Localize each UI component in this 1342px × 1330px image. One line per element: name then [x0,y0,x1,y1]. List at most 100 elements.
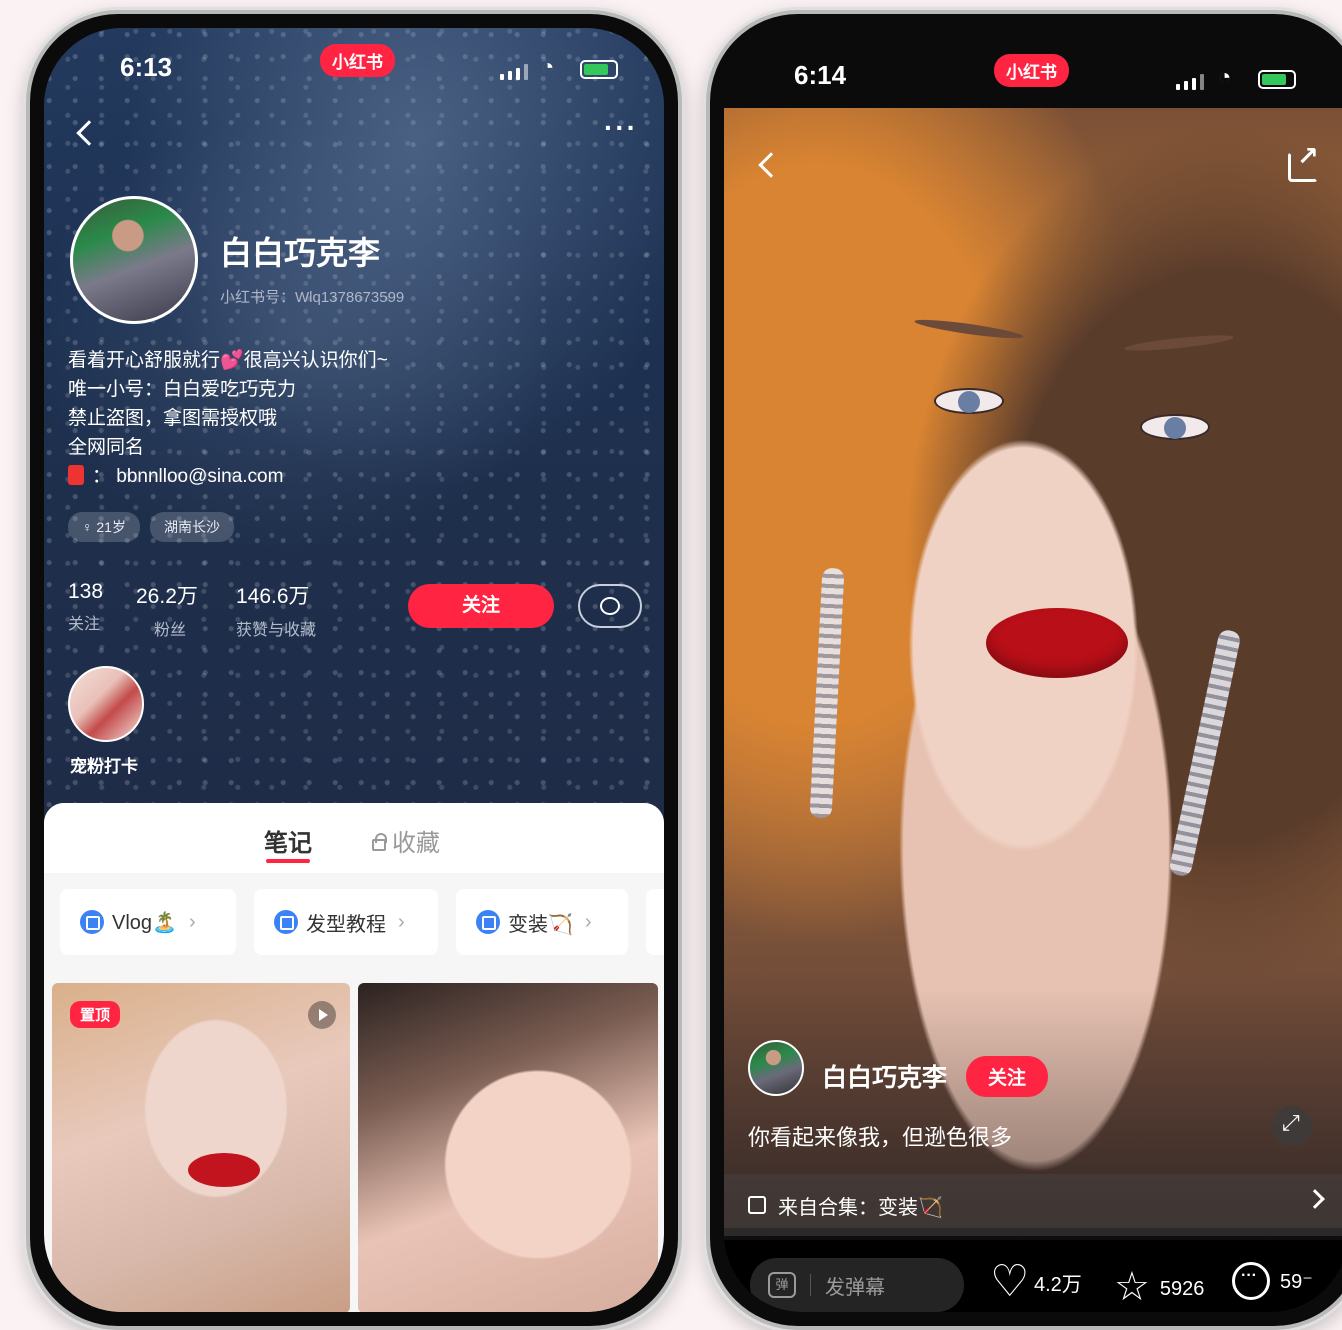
bio-line: 全网同名 [68,437,145,458]
danmu-separator [810,1274,811,1296]
more-options-icon[interactable]: ··· [604,112,638,144]
status-bar: 6:13 小红书 ◔ [44,44,664,86]
collection-label: 发型教程 [306,913,386,936]
brow [1123,332,1235,354]
fan-checkin-label: 宠粉打卡 [70,757,138,776]
status-time: 6:14 [794,60,847,90]
collection-icon [274,910,298,934]
collection-text: 来自合集：变装🏹 [778,1196,943,1219]
follow-button[interactable]: 关注 [408,584,554,628]
collect-button[interactable]: 5926 [1114,1266,1205,1312]
share-icon[interactable] [1288,141,1319,182]
expand-icon[interactable] [1272,1106,1312,1146]
wifi-icon: ◔ [1218,64,1232,89]
video-caption: 你看起来像我，但逊色很多 [748,1125,1013,1150]
red-id: 小红书号：Wlq1378673599 [220,289,405,306]
chevron-right-icon [1305,1189,1325,1209]
tab-active-indicator [266,859,310,863]
app-brand-pill: 小红书 [320,44,395,77]
danmu-input[interactable]: 弹 发弹幕 [750,1258,964,1312]
stat-number: 26.2万 [136,585,198,608]
collection-icon [748,1196,766,1214]
earring [809,567,845,819]
author-name[interactable]: 白白巧克李 [822,1058,947,1094]
profile-screen: 6:13 小红书 ◔ ··· 白白巧克李 小红书号：Wlq1378673599 … [44,28,664,1312]
collect-count: 5926 [1159,1277,1205,1300]
stat-number: 146.6万 [236,585,310,608]
star-icon [1114,1266,1150,1312]
tab-saved-label: 收藏 [392,830,440,857]
bio-line: 禁止盗图，拿图需授权哦 [68,408,278,429]
note-card-pinned[interactable]: 置顶 [52,983,350,1312]
collection-transformation[interactable]: 变装🏹 › [456,889,628,955]
status-time: 6:13 [120,52,173,82]
bio-email: ： bbnnlloo@sina.com [68,462,388,491]
right-phone-frame: 6:14 小红书 ◔ 白白巧克李 关注 你看起来像我，但逊色很多 来自 [706,10,1342,1330]
danmu-placeholder: 发弹幕 [825,1276,885,1299]
lips [986,608,1128,678]
tag-location: 湖南长沙 [149,512,234,542]
earring [1168,628,1242,878]
left-phone-frame: 6:13 小红书 ◔ ··· 白白巧克李 小红书号：Wlq1378673599 … [26,10,682,1330]
video-play-icon [308,1001,336,1029]
collection-icon [476,910,500,934]
stat-number: 138 [68,580,104,603]
signal-icon [500,64,528,80]
like-count: 4.2万 [1034,1273,1082,1296]
stat-followers[interactable]: 26.2万 粉丝 [136,580,198,640]
note-card[interactable] [358,983,658,1312]
chevron-right-icon: › [398,910,405,933]
bio-line: 看着开心舒服就行💕很高兴认识你们~ [68,350,388,371]
brow [913,316,1025,342]
profile-tags: ♀ 21岁 湖南长沙 [68,512,234,542]
like-button[interactable]: 4.2万 [990,1256,1082,1307]
lock-icon [372,833,387,851]
collection-vlog[interactable]: Vlog🏝️ › [60,889,236,955]
signal-icon [1176,74,1204,90]
fan-checkin-icon[interactable] [68,666,144,742]
eye [1140,414,1210,440]
collection-label: 变装🏹 [508,913,573,936]
avatar[interactable] [70,196,198,324]
heart-icon [990,1256,1029,1307]
collection-icon [80,910,104,934]
comment-icon [1232,1262,1270,1300]
bottom-action-bar: 弹 发弹幕 4.2万 5926 59⁻ [724,1240,1342,1312]
profile-name: 白白巧克李 [220,235,381,271]
content-sheet: 笔记 收藏 Vlog🏝️ › 发型教程 › 变装🏹 › 置顶 [44,803,664,1312]
chevron-right-icon: › [584,910,592,933]
wifi-icon: ◔ [541,54,555,79]
follow-button[interactable]: 关注 [966,1056,1049,1097]
tag-age: ♀ 21岁 [68,512,140,542]
stat-label: 获赞与收藏 [236,622,317,639]
note-thumbnail-lips [188,1153,260,1187]
author-avatar[interactable] [748,1040,804,1096]
stat-following[interactable]: 138 关注 [68,580,103,634]
stat-label: 粉丝 [154,622,187,639]
app-brand-pill: 小红书 [994,54,1069,87]
collection-hair-tutorial[interactable]: 发型教程 › [254,889,438,955]
bio: 看着开心舒服就行💕很高兴认识你们~ 唯一小号：白白爱吃巧克力 禁止盗图，拿图需授… [68,346,388,491]
video-screen: 6:14 小红书 ◔ 白白巧克李 关注 你看起来像我，但逊色很多 来自 [724,28,1342,1312]
danmu-icon: 弹 [768,1272,796,1298]
chevron-right-icon: › [188,910,196,933]
mailbox-icon [68,465,84,485]
tab-bar: 笔记 收藏 [44,803,664,873]
chat-icon [600,597,620,615]
stat-likes-saves[interactable]: 146.6万 获赞与收藏 [236,580,316,640]
comment-button[interactable]: 59⁻ [1232,1262,1313,1300]
eye [934,388,1004,414]
collection-bar[interactable]: 来自合集：变装🏹 [724,1174,1342,1236]
collection-label: Vlog🏝️ [112,911,177,934]
message-button[interactable] [578,584,642,628]
tab-notes[interactable]: 笔记 [264,823,312,858]
battery-icon [580,60,618,79]
stat-label: 关注 [68,616,101,633]
pinned-badge: 置顶 [70,1001,121,1028]
comment-count: 59⁻ [1280,1270,1313,1293]
bio-line: 唯一小号：白白爱吃巧克力 [68,379,297,400]
status-bar: 6:14 小红书 ◔ [724,54,1342,94]
battery-icon [1258,70,1296,89]
collection-next-partial[interactable] [646,889,664,955]
tab-saved[interactable]: 收藏 [372,823,440,858]
